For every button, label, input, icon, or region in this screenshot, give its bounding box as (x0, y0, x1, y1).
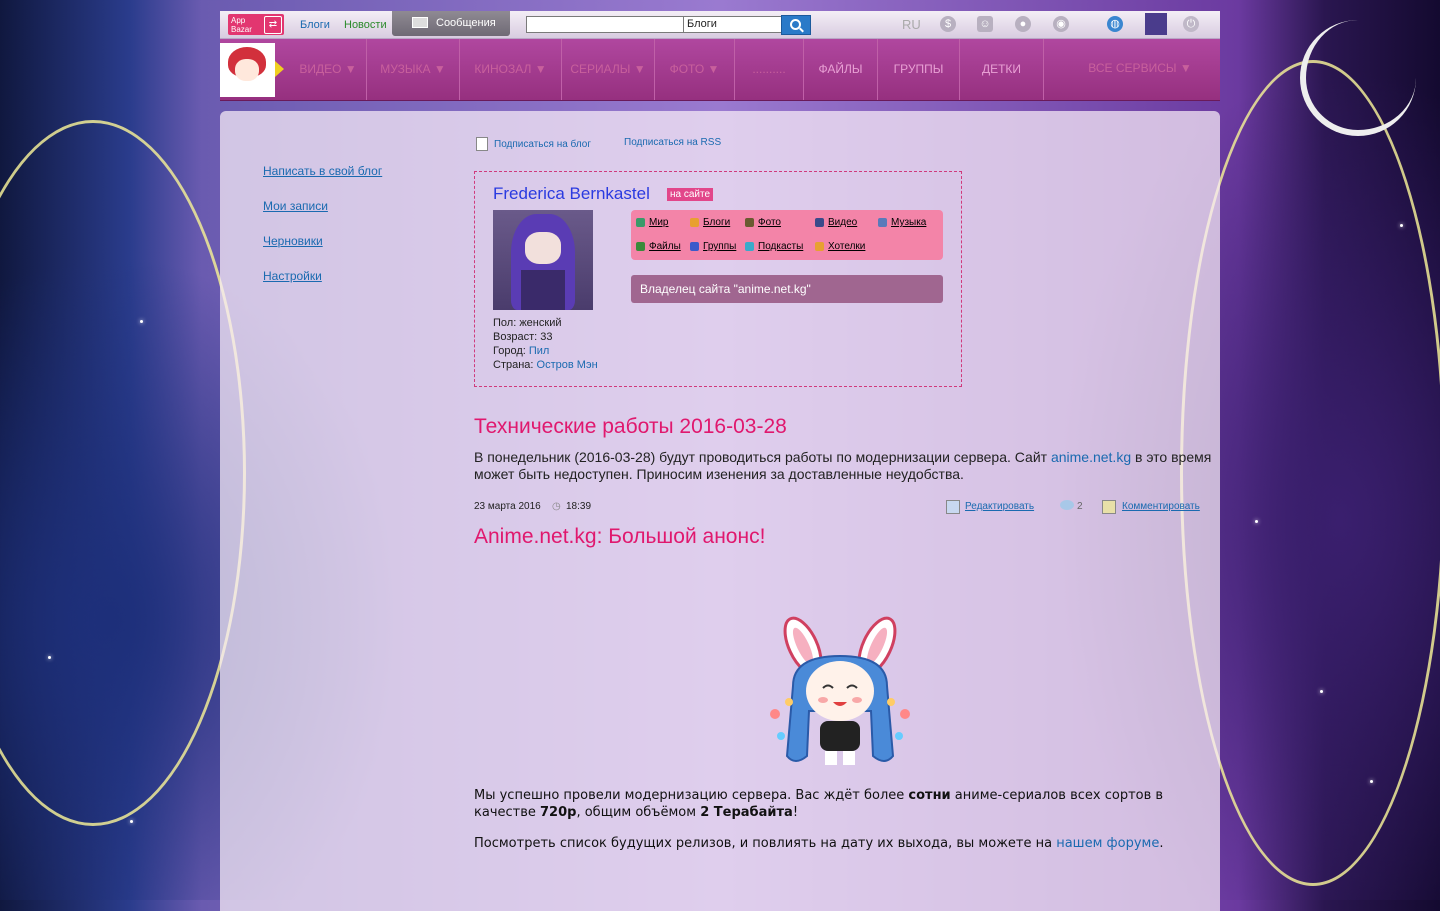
decorative-swirl (0, 120, 246, 826)
post-date: 23 марта 2016 (474, 501, 541, 512)
link-podcasts[interactable]: Подкасты (745, 241, 803, 252)
nav-series[interactable]: СЕРИАЛЫ ▼ (562, 39, 655, 100)
app-bazar-logo[interactable]: App Bazar ⇄ (228, 14, 284, 35)
crescent-moon (1300, 20, 1416, 136)
post-title[interactable]: Технические работы 2016-03-28 (474, 415, 787, 439)
link-groups[interactable]: Группы (690, 241, 736, 252)
subscribe-rss-link[interactable]: Подписаться на RSS (624, 137, 721, 148)
edit-icon (946, 500, 960, 514)
profile-links-panel: Мир Блоги Фото Видео Музыка Файлы Группы… (631, 210, 943, 260)
content-panel: Написать в свой блог Мои записи Черновик… (220, 111, 1220, 911)
search-input[interactable] (526, 16, 684, 33)
profile-card: Frederica Bernkastel на сайте Пол: женск… (474, 171, 962, 387)
link-wishlist[interactable]: Хотелки (815, 241, 865, 252)
edit-link[interactable]: Редактировать (965, 501, 1034, 512)
podcast-icon (745, 242, 754, 251)
nav-all-services[interactable]: ВСЕ СЕРВИСЫ ▼ (1050, 39, 1230, 100)
clock-icon: ◷ (552, 501, 561, 512)
language-switch[interactable]: RU (902, 17, 921, 32)
sidebar-write-blog[interactable]: Написать в свой блог (263, 164, 382, 178)
profile-age: Возраст: 33 (493, 331, 553, 343)
news-link[interactable]: Новости (344, 19, 387, 31)
search-scope-select[interactable]: Блоги (683, 16, 784, 33)
world-icon (636, 218, 645, 227)
friends-icon[interactable]: ☺ (977, 16, 993, 32)
envelope-icon (412, 17, 428, 28)
nav-files[interactable]: ФАЙЛЫ (804, 39, 878, 100)
nav-cinema[interactable]: КИНОЗАЛ ▼ (460, 39, 562, 100)
link-photo[interactable]: Фото (745, 217, 781, 228)
announcement-paragraph: Мы успешно провели модернизацию сервера.… (474, 788, 1164, 820)
sidebar-drafts[interactable]: Черновики (263, 234, 323, 248)
folder-icon (636, 242, 645, 251)
comment-icon (1102, 500, 1116, 514)
arrow-icon (275, 61, 284, 77)
link-music[interactable]: Музыка (878, 217, 926, 228)
pencil-icon (690, 218, 699, 227)
globe-icon[interactable]: ◍ (1107, 16, 1123, 32)
forum-link[interactable]: нашем форуме (1056, 836, 1159, 851)
nav-groups[interactable]: ГРУППЫ (878, 39, 960, 100)
nav-photo[interactable]: ФОТО ▼ (655, 39, 735, 100)
app-bazar-icon: ⇄ (264, 16, 282, 34)
film-icon (815, 218, 824, 227)
post-title[interactable]: Anime.net.kg: Большой анонс! (474, 525, 765, 549)
bunny-girl-image (770, 616, 910, 765)
owner-status: Владелец сайта "anime.net.kg" (631, 275, 943, 303)
blogs-link[interactable]: Блоги (300, 19, 330, 31)
top-bar: App Bazar ⇄ Блоги Новости Сообщения Блог… (220, 11, 1220, 39)
site-link[interactable]: anime.net.kg (1051, 449, 1131, 465)
link-world[interactable]: Мир (636, 217, 668, 228)
profile-name[interactable]: Frederica Bernkastel (493, 184, 650, 204)
profile-photo[interactable] (493, 210, 593, 310)
link-files[interactable]: Файлы (636, 241, 681, 252)
link-video[interactable]: Видео (815, 217, 857, 228)
link-blogs[interactable]: Блоги (690, 217, 730, 228)
comment-link[interactable]: Комментировать (1122, 501, 1200, 512)
nav-video[interactable]: ВИДЕО ▼ (290, 39, 367, 100)
nav-kids[interactable]: ДЕТКИ (960, 39, 1044, 100)
main-navigation: ВИДЕО ▼ МУЗЫКА ▼ КИНОЗАЛ ▼ СЕРИАЛЫ ▼ ФОТ… (220, 39, 1220, 101)
group-icon (690, 242, 699, 251)
city-link[interactable]: Пил (529, 345, 549, 357)
eye-icon[interactable]: ◉ (1053, 16, 1069, 32)
comments-icon (1060, 500, 1074, 510)
profile-country: Страна: Остров Мэн (493, 359, 598, 371)
forum-paragraph: Посмотреть список будущих релизов, и пов… (474, 836, 1164, 851)
chat-icon[interactable]: ● (1015, 16, 1031, 32)
search-button[interactable] (781, 15, 811, 35)
add-document-icon (476, 137, 488, 151)
profile-gender: Пол: женский (493, 317, 562, 329)
search-icon (790, 19, 801, 30)
comments-count: 2 (1077, 501, 1083, 512)
sidebar-my-posts[interactable]: Мои записи (263, 199, 328, 213)
online-badge: на сайте (667, 188, 714, 201)
profile-city: Город: Пил (493, 345, 550, 357)
nav-music[interactable]: МУЗЫКА ▼ (367, 39, 460, 100)
post-time: 18:39 (566, 501, 592, 512)
user-avatar[interactable] (1145, 13, 1167, 35)
photo-icon (745, 218, 754, 227)
post-text: В понедельник (2016-03-28) будут проводи… (474, 449, 1212, 482)
nav-more[interactable]: .......... (735, 39, 804, 100)
heart-icon (815, 242, 824, 251)
messages-button[interactable]: Сообщения (392, 11, 510, 36)
power-icon[interactable]: ⏻ (1183, 16, 1199, 32)
subscribe-blog-link[interactable]: Подписаться на блог (494, 139, 591, 150)
country-link[interactable]: Остров Мэн (537, 359, 598, 371)
sidebar-settings[interactable]: Настройки (263, 269, 322, 283)
music-icon (878, 218, 887, 227)
money-icon[interactable]: $ (940, 16, 956, 32)
site-mascot-avatar[interactable] (220, 43, 275, 97)
